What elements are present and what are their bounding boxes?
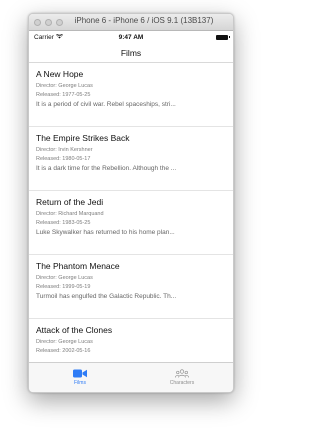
battery-icon	[216, 34, 230, 40]
film-title: Return of the Jedi	[36, 197, 104, 207]
tab-films[interactable]: Films	[29, 363, 131, 392]
people-icon	[175, 369, 189, 378]
film-released: Released: 2002-05-16	[36, 348, 91, 354]
film-row[interactable]: The Empire Strikes Back Director: Irvin …	[29, 127, 233, 191]
film-director: Director: George Lucas	[36, 275, 93, 281]
tab-characters[interactable]: Characters	[131, 363, 233, 392]
film-crawl: It is a period of civil war. Rebel space…	[36, 101, 176, 108]
film-title: A New Hope	[36, 69, 84, 79]
film-title: Attack of the Clones	[36, 325, 113, 335]
film-released: Released: 1977-05-25	[36, 92, 91, 98]
page-title: Films	[120, 47, 142, 58]
film-director: Director: George Lucas	[36, 83, 93, 89]
films-list[interactable]: A New Hope Director: George Lucas Releas…	[29, 63, 233, 364]
window-title: iPhone 6 - iPhone 6 / iOS 9.1 (13B137)	[74, 16, 214, 25]
film-crawl: Turmoil has engulfed the Galactic Republ…	[36, 293, 177, 300]
film-row[interactable]: Return of the Jedi Director: Richard Mar…	[29, 191, 233, 255]
status-bar: Carrier 9:47 AM	[29, 31, 233, 43]
film-title: The Empire Strikes Back	[36, 133, 130, 143]
tab-films-label: Films	[74, 380, 86, 386]
close-window-button[interactable]	[34, 18, 41, 26]
window-titlebar: iPhone 6 - iPhone 6 / iOS 9.1 (13B137)	[29, 14, 233, 31]
film-director: Director: Irvin Kershner	[36, 147, 93, 153]
simulator-window: iPhone 6 - iPhone 6 / iOS 9.1 (13B137) C…	[28, 13, 234, 393]
film-director: Director: George Lucas	[36, 339, 93, 345]
film-director: Director: Richard Marquand	[36, 211, 104, 217]
film-released: Released: 1980-05-17	[36, 156, 91, 162]
film-row[interactable]: A New Hope Director: George Lucas Releas…	[29, 63, 233, 127]
status-time: 9:47 AM	[118, 33, 144, 41]
video-camera-icon	[73, 369, 87, 378]
minimize-window-button[interactable]	[45, 18, 52, 26]
film-title: The Phantom Menace	[36, 261, 120, 271]
film-crawl: It is a dark time for the Rebellion. Alt…	[36, 165, 177, 172]
tab-characters-label: Characters	[169, 380, 195, 386]
tab-bar: Films Characters	[29, 362, 233, 392]
film-row[interactable]: Attack of the Clones Director: George Lu…	[29, 319, 233, 364]
film-row[interactable]: The Phantom Menace Director: George Luca…	[29, 255, 233, 319]
film-crawl: Luke Skywalker has returned to his home …	[36, 229, 175, 236]
film-released: Released: 1983-05-25	[36, 220, 91, 226]
film-released: Released: 1999-05-19	[36, 284, 91, 290]
navigation-bar: Films	[29, 43, 233, 63]
